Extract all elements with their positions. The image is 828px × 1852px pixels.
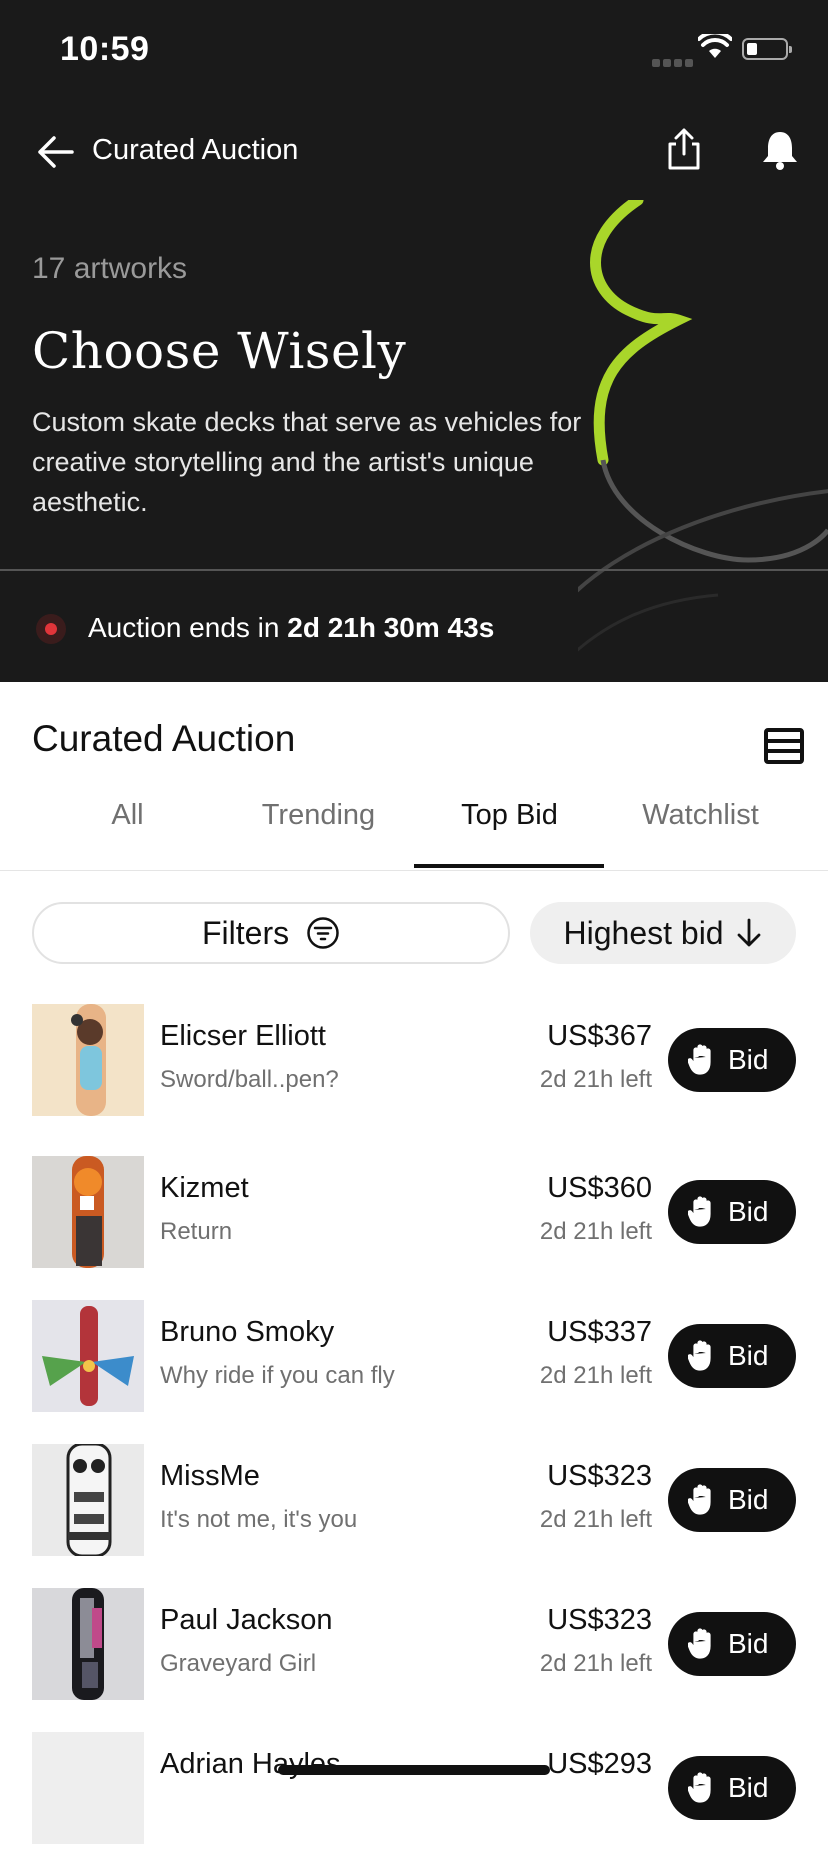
back-arrow-icon[interactable] xyxy=(36,132,76,172)
nav-title: Curated Auction xyxy=(92,134,299,166)
arrow-down-icon xyxy=(738,918,761,946)
artwork-count: 17 artworks xyxy=(32,252,188,285)
divider xyxy=(0,569,828,571)
bid-label: Bid xyxy=(728,1484,769,1515)
lot-artist: Bruno Smoky xyxy=(160,1316,335,1348)
artwork-thumbnail[interactable] xyxy=(32,1300,144,1412)
artwork-thumbnail[interactable] xyxy=(32,1588,144,1700)
active-tab-indicator xyxy=(414,864,604,868)
lot-price: US$337 xyxy=(547,1316,652,1348)
artwork-thumbnail[interactable] xyxy=(32,1156,144,1268)
bid-label: Bid xyxy=(728,1772,769,1803)
artwork-thumbnail[interactable] xyxy=(32,1004,144,1116)
lot-artist: Kizmet xyxy=(160,1172,249,1204)
status-bar: 10:59 xyxy=(0,0,828,100)
live-indicator-icon xyxy=(36,614,66,644)
bid-label: Bid xyxy=(728,1628,769,1659)
hand-raise-icon xyxy=(688,1196,711,1227)
bid-button[interactable]: Bid xyxy=(668,1180,796,1244)
filters-label: Filters xyxy=(202,915,290,951)
lot-price: US$293 xyxy=(547,1748,652,1780)
artwork-thumbnail[interactable] xyxy=(32,1732,144,1844)
lot-title: Return xyxy=(160,1218,233,1245)
lot-row[interactable]: MissMe It's not me, it's you US$323 2d 21h … xyxy=(0,1444,828,1564)
lot-title: It's not me, it's you xyxy=(160,1506,358,1533)
tab-trending[interactable]: Trending xyxy=(223,790,414,868)
lot-price: US$323 xyxy=(547,1604,652,1636)
auction-timer: Auction ends in 2d 21h 30m 43s xyxy=(0,600,828,656)
artwork-thumbnail[interactable] xyxy=(32,1444,144,1556)
top-nav: Curated Auction xyxy=(0,120,828,180)
share-icon[interactable] xyxy=(664,126,704,172)
hand-raise-icon xyxy=(688,1628,711,1659)
sort-label: Highest bid xyxy=(563,915,724,951)
cellular-signal-icon xyxy=(652,54,696,72)
timer-label: Auction ends in 2d 21h 30m 43s xyxy=(88,612,494,644)
lot-price: US$367 xyxy=(547,1020,652,1052)
bid-label: Bid xyxy=(728,1196,769,1227)
lot-artist: MissMe xyxy=(160,1460,260,1492)
filters-button[interactable]: Filters xyxy=(32,902,510,964)
lot-row[interactable]: Bruno Smoky Why ride if you can fly US$337… xyxy=(0,1300,828,1420)
bid-button[interactable]: Bid xyxy=(668,1324,796,1388)
lot-row[interactable]: Paul Jackson Graveyard Girl US$323 2d 21h l… xyxy=(0,1588,828,1708)
hand-raise-icon xyxy=(688,1340,711,1371)
home-indicator[interactable] xyxy=(278,1765,550,1775)
lot-title: Graveyard Girl xyxy=(160,1650,317,1677)
lot-title: Why ride if you can fly xyxy=(160,1362,395,1389)
bid-button[interactable]: Bid xyxy=(668,1756,796,1820)
hand-raise-icon xyxy=(688,1484,711,1515)
auction-header: 10:59 Curated Auction 17 artworks Choose… xyxy=(0,0,828,682)
lot-time-left: 2d 21h left xyxy=(539,1066,652,1093)
list-view-icon[interactable] xyxy=(764,728,804,764)
section-title: Curated Auction xyxy=(32,718,296,759)
lot-time-left: 2d 21h left xyxy=(539,1362,652,1389)
auction-headline: Choose Wisely xyxy=(32,322,407,380)
lot-price: US$323 xyxy=(547,1460,652,1492)
lot-price: US$360 xyxy=(547,1172,652,1204)
timer-prefix: Auction ends in xyxy=(88,612,288,643)
bid-button[interactable]: Bid xyxy=(668,1028,796,1092)
lot-title: Sword/ball..pen? xyxy=(160,1066,339,1093)
lot-time-left: 2d 21h left xyxy=(539,1650,652,1677)
lot-artist: Elicser Elliott xyxy=(160,1020,326,1052)
lot-row[interactable]: Kizmet Return US$360 2d 21h left Bid xyxy=(0,1156,828,1276)
auction-description: Custom skate decks that serve as vehicle… xyxy=(32,407,582,517)
filter-icon xyxy=(307,916,339,949)
status-time: 10:59 xyxy=(60,30,150,68)
lot-time-left: 2d 21h left xyxy=(539,1506,652,1533)
hand-raise-icon xyxy=(688,1044,711,1075)
bid-label: Bid xyxy=(728,1340,769,1371)
lot-row[interactable]: Adrian Hayles US$293 Bid xyxy=(0,1732,828,1852)
tab-watchlist[interactable]: Watchlist xyxy=(605,790,796,868)
bid-button[interactable]: Bid xyxy=(668,1612,796,1676)
tab-bar: All Trending Top Bid Watchlist xyxy=(0,790,828,871)
wifi-icon xyxy=(698,34,732,58)
bid-label: Bid xyxy=(728,1044,769,1075)
timer-remaining: 2d 21h 30m 43s xyxy=(287,612,495,643)
bell-icon[interactable] xyxy=(758,128,802,172)
lot-artist: Paul Jackson xyxy=(160,1604,333,1636)
tab-all[interactable]: All xyxy=(32,790,223,868)
tab-top-bid[interactable]: Top Bid xyxy=(414,790,605,868)
sort-button[interactable]: Highest bid xyxy=(530,902,796,964)
lot-row[interactable]: Elicser Elliott Sword/ball..pen? US$367 2d … xyxy=(0,1004,828,1124)
bid-button[interactable]: Bid xyxy=(668,1468,796,1532)
battery-icon xyxy=(742,38,792,60)
hand-raise-icon xyxy=(688,1772,711,1803)
lot-time-left: 2d 21h left xyxy=(539,1218,652,1245)
